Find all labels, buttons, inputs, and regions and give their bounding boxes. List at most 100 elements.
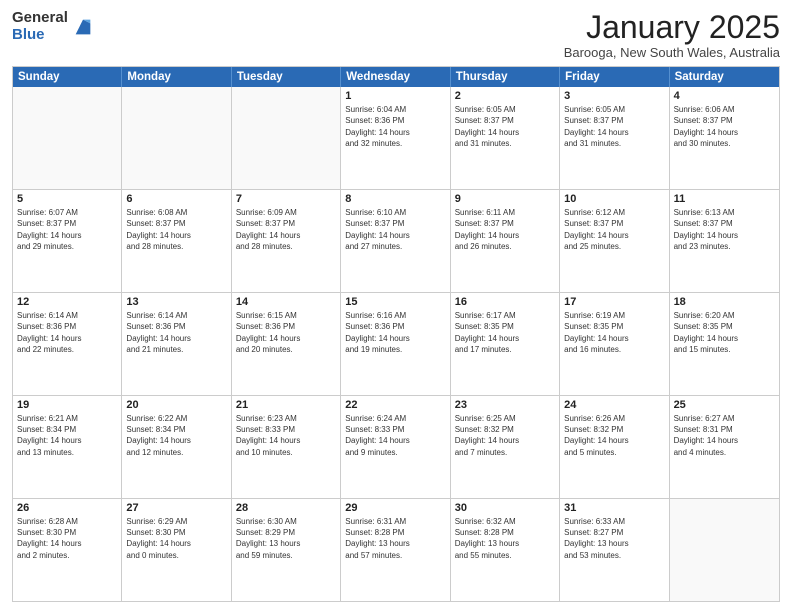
day-number: 22 — [345, 399, 445, 411]
calendar-cell-empty-0-2 — [232, 87, 341, 189]
calendar-cell-empty-0-1 — [122, 87, 231, 189]
day-info: Sunrise: 6:29 AM Sunset: 8:30 PM Dayligh… — [126, 516, 226, 561]
weekday-header-thursday: Thursday — [451, 67, 560, 87]
day-number: 17 — [564, 296, 664, 308]
calendar-body: 1 Sunrise: 6:04 AM Sunset: 8:36 PM Daylig… — [13, 87, 779, 601]
calendar-cell-13: 13 Sunrise: 6:14 AM Sunset: 8:36 PM Dayli… — [122, 293, 231, 395]
day-info: Sunrise: 6:32 AM Sunset: 8:28 PM Dayligh… — [455, 516, 555, 561]
day-number: 23 — [455, 399, 555, 411]
day-number: 14 — [236, 296, 336, 308]
day-number: 26 — [17, 502, 117, 514]
calendar-cell-14: 14 Sunrise: 6:15 AM Sunset: 8:36 PM Dayli… — [232, 293, 341, 395]
calendar-cell-19: 19 Sunrise: 6:21 AM Sunset: 8:34 PM Dayli… — [13, 396, 122, 498]
calendar-row-0: 1 Sunrise: 6:04 AM Sunset: 8:36 PM Daylig… — [13, 87, 779, 189]
header: General Blue January 2025 Barooga, New S… — [12, 10, 780, 60]
day-number: 20 — [126, 399, 226, 411]
day-number: 27 — [126, 502, 226, 514]
day-number: 19 — [17, 399, 117, 411]
day-number: 11 — [674, 193, 775, 205]
calendar-cell-11: 11 Sunrise: 6:13 AM Sunset: 8:37 PM Dayli… — [670, 190, 779, 292]
day-number: 2 — [455, 90, 555, 102]
calendar: SundayMondayTuesdayWednesdayThursdayFrid… — [12, 66, 780, 602]
day-info: Sunrise: 6:19 AM Sunset: 8:35 PM Dayligh… — [564, 310, 664, 355]
day-number: 12 — [17, 296, 117, 308]
day-info: Sunrise: 6:28 AM Sunset: 8:30 PM Dayligh… — [17, 516, 117, 561]
day-info: Sunrise: 6:05 AM Sunset: 8:37 PM Dayligh… — [455, 104, 555, 149]
calendar-cell-25: 25Sunrise: 6:27 AM Sunset: 8:31 PM Dayli… — [670, 396, 779, 498]
location: Barooga, New South Wales, Australia — [564, 45, 780, 60]
calendar-row-2: 12 Sunrise: 6:14 AM Sunset: 8:36 PM Dayli… — [13, 292, 779, 395]
day-info: Sunrise: 6:17 AM Sunset: 8:35 PM Dayligh… — [455, 310, 555, 355]
calendar-cell-18: 18Sunrise: 6:20 AM Sunset: 8:35 PM Dayli… — [670, 293, 779, 395]
day-number: 10 — [564, 193, 664, 205]
day-info: Sunrise: 6:30 AM Sunset: 8:29 PM Dayligh… — [236, 516, 336, 561]
day-number: 13 — [126, 296, 226, 308]
logo-general-text: General — [12, 10, 68, 27]
day-info: Sunrise: 6:31 AM Sunset: 8:28 PM Dayligh… — [345, 516, 445, 561]
month-title: January 2025 — [564, 10, 780, 45]
calendar-cell-28: 28 Sunrise: 6:30 AM Sunset: 8:29 PM Dayli… — [232, 499, 341, 601]
day-info: Sunrise: 6:12 AM Sunset: 8:37 PM Dayligh… — [564, 207, 664, 252]
day-number: 30 — [455, 502, 555, 514]
calendar-row-1: 5 Sunrise: 6:07 AM Sunset: 8:37 PM Daylig… — [13, 189, 779, 292]
day-info: Sunrise: 6:26 AM Sunset: 8:32 PM Dayligh… — [564, 413, 664, 458]
calendar-cell-12: 12 Sunrise: 6:14 AM Sunset: 8:36 PM Dayli… — [13, 293, 122, 395]
calendar-cell-empty-4-6 — [670, 499, 779, 601]
weekday-header-saturday: Saturday — [670, 67, 779, 87]
calendar-cell-15: 15 Sunrise: 6:16 AM Sunset: 8:36 PM Dayli… — [341, 293, 450, 395]
calendar-cell-16: 16 Sunrise: 6:17 AM Sunset: 8:35 PM Dayli… — [451, 293, 560, 395]
day-number: 7 — [236, 193, 336, 205]
day-number: 29 — [345, 502, 445, 514]
day-info: Sunrise: 6:09 AM Sunset: 8:37 PM Dayligh… — [236, 207, 336, 252]
day-number: 16 — [455, 296, 555, 308]
calendar-cell-24: 24 Sunrise: 6:26 AM Sunset: 8:32 PM Dayli… — [560, 396, 669, 498]
calendar-cell-1: 1 Sunrise: 6:04 AM Sunset: 8:36 PM Daylig… — [341, 87, 450, 189]
day-info: Sunrise: 6:21 AM Sunset: 8:34 PM Dayligh… — [17, 413, 117, 458]
calendar-cell-2: 2 Sunrise: 6:05 AM Sunset: 8:37 PM Daylig… — [451, 87, 560, 189]
day-number: 6 — [126, 193, 226, 205]
day-info: Sunrise: 6:10 AM Sunset: 8:37 PM Dayligh… — [345, 207, 445, 252]
calendar-cell-empty-0-0 — [13, 87, 122, 189]
calendar-cell-9: 9Sunrise: 6:11 AM Sunset: 8:37 PM Daylig… — [451, 190, 560, 292]
weekday-header-sunday: Sunday — [13, 67, 122, 87]
calendar-cell-4: 4Sunrise: 6:06 AM Sunset: 8:37 PM Daylig… — [670, 87, 779, 189]
calendar-cell-30: 30 Sunrise: 6:32 AM Sunset: 8:28 PM Dayli… — [451, 499, 560, 601]
day-info: Sunrise: 6:25 AM Sunset: 8:32 PM Dayligh… — [455, 413, 555, 458]
day-info: Sunrise: 6:06 AM Sunset: 8:37 PM Dayligh… — [674, 104, 775, 149]
day-info: Sunrise: 6:13 AM Sunset: 8:37 PM Dayligh… — [674, 207, 775, 252]
calendar-cell-22: 22 Sunrise: 6:24 AM Sunset: 8:33 PM Dayli… — [341, 396, 450, 498]
day-info: Sunrise: 6:20 AM Sunset: 8:35 PM Dayligh… — [674, 310, 775, 355]
day-info: Sunrise: 6:23 AM Sunset: 8:33 PM Dayligh… — [236, 413, 336, 458]
day-info: Sunrise: 6:24 AM Sunset: 8:33 PM Dayligh… — [345, 413, 445, 458]
day-info: Sunrise: 6:15 AM Sunset: 8:36 PM Dayligh… — [236, 310, 336, 355]
calendar-cell-27: 27 Sunrise: 6:29 AM Sunset: 8:30 PM Dayli… — [122, 499, 231, 601]
day-info: Sunrise: 6:33 AM Sunset: 8:27 PM Dayligh… — [564, 516, 664, 561]
day-number: 3 — [564, 90, 664, 102]
day-number: 24 — [564, 399, 664, 411]
weekday-header-monday: Monday — [122, 67, 231, 87]
weekday-header-tuesday: Tuesday — [232, 67, 341, 87]
day-info: Sunrise: 6:27 AM Sunset: 8:31 PM Dayligh… — [674, 413, 775, 458]
calendar-cell-7: 7 Sunrise: 6:09 AM Sunset: 8:37 PM Daylig… — [232, 190, 341, 292]
day-info: Sunrise: 6:07 AM Sunset: 8:37 PM Dayligh… — [17, 207, 117, 252]
calendar-cell-10: 10 Sunrise: 6:12 AM Sunset: 8:37 PM Dayli… — [560, 190, 669, 292]
calendar-cell-17: 17 Sunrise: 6:19 AM Sunset: 8:35 PM Dayli… — [560, 293, 669, 395]
day-info: Sunrise: 6:14 AM Sunset: 8:36 PM Dayligh… — [17, 310, 117, 355]
day-number: 5 — [17, 193, 117, 205]
calendar-cell-3: 3Sunrise: 6:05 AM Sunset: 8:37 PM Daylig… — [560, 87, 669, 189]
day-number: 21 — [236, 399, 336, 411]
calendar-cell-6: 6Sunrise: 6:08 AM Sunset: 8:37 PM Daylig… — [122, 190, 231, 292]
day-number: 31 — [564, 502, 664, 514]
day-info: Sunrise: 6:14 AM Sunset: 8:36 PM Dayligh… — [126, 310, 226, 355]
day-info: Sunrise: 6:16 AM Sunset: 8:36 PM Dayligh… — [345, 310, 445, 355]
calendar-cell-5: 5 Sunrise: 6:07 AM Sunset: 8:37 PM Daylig… — [13, 190, 122, 292]
weekday-header-friday: Friday — [560, 67, 669, 87]
day-number: 1 — [345, 90, 445, 102]
calendar-cell-21: 21 Sunrise: 6:23 AM Sunset: 8:33 PM Dayli… — [232, 396, 341, 498]
day-number: 28 — [236, 502, 336, 514]
day-info: Sunrise: 6:22 AM Sunset: 8:34 PM Dayligh… — [126, 413, 226, 458]
day-info: Sunrise: 6:04 AM Sunset: 8:36 PM Dayligh… — [345, 104, 445, 149]
logo-blue-text: Blue — [12, 27, 68, 44]
calendar-cell-31: 31 Sunrise: 6:33 AM Sunset: 8:27 PM Dayli… — [560, 499, 669, 601]
day-number: 15 — [345, 296, 445, 308]
